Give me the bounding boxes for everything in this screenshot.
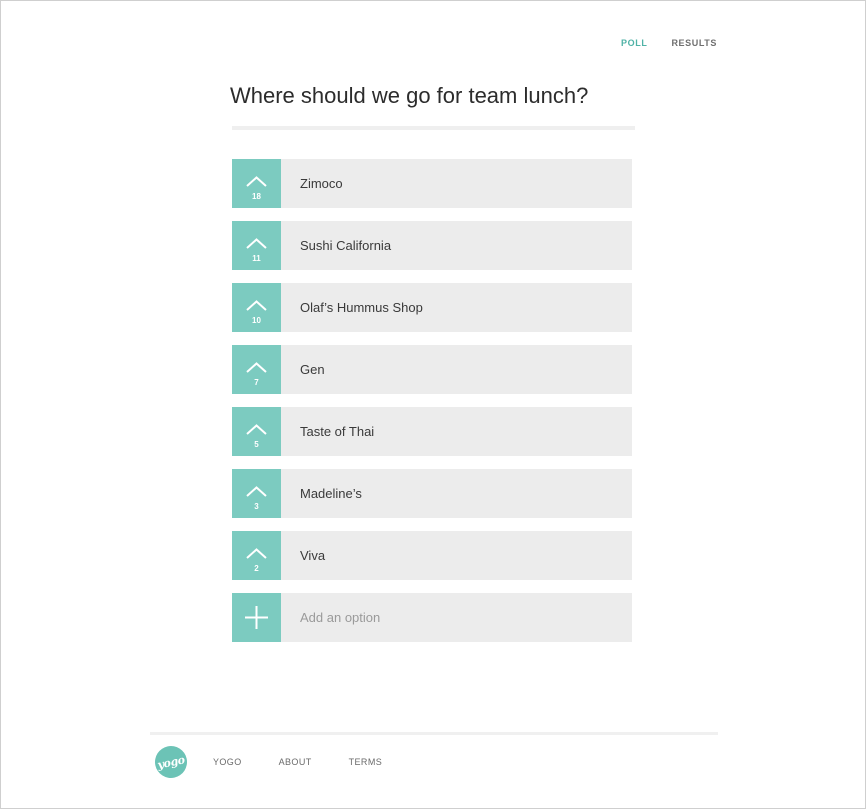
upvote-button[interactable]: 3: [232, 469, 281, 518]
chevron-up-icon: [246, 362, 267, 373]
nav-poll-link[interactable]: POLL: [621, 38, 647, 48]
vote-count: 10: [252, 316, 261, 325]
add-option-button[interactable]: [232, 593, 281, 642]
chevron-up-icon: [246, 486, 267, 497]
option-label: Taste of Thai: [300, 424, 375, 439]
option-row[interactable]: 5 Taste of Thai: [232, 407, 632, 456]
options-list: 18 Zimoco 11 Sushi California 10 Olaf’s …: [232, 159, 632, 655]
poll-question: Where should we go for team lunch?: [230, 83, 589, 108]
upvote-button[interactable]: 10: [232, 283, 281, 332]
option-row[interactable]: 10 Olaf’s Hummus Shop: [232, 283, 632, 332]
footer: yogo YOGO ABOUT TERMS: [152, 743, 419, 781]
yogo-logo[interactable]: yogo: [152, 743, 190, 781]
vote-count: 18: [252, 192, 261, 201]
upvote-button[interactable]: 7: [232, 345, 281, 394]
footer-link-terms[interactable]: TERMS: [349, 757, 383, 767]
footer-link-about[interactable]: ABOUT: [279, 757, 312, 767]
upvote-button[interactable]: 18: [232, 159, 281, 208]
chevron-up-icon: [246, 176, 267, 187]
option-row[interactable]: 2 Viva: [232, 531, 632, 580]
option-label: Gen: [300, 362, 325, 377]
upvote-button[interactable]: 2: [232, 531, 281, 580]
footer-links: YOGO ABOUT TERMS: [213, 757, 419, 767]
option-row[interactable]: 18 Zimoco: [232, 159, 632, 208]
app-window: POLL RESULTS Where should we go for team…: [0, 0, 866, 809]
nav-results-link[interactable]: RESULTS: [671, 38, 717, 48]
footer-divider: [150, 732, 718, 735]
vote-count: 11: [252, 254, 261, 263]
vote-count: 2: [254, 564, 259, 573]
option-row[interactable]: 11 Sushi California: [232, 221, 632, 270]
option-label: Madeline’s: [300, 486, 362, 501]
option-row[interactable]: 3 Madeline’s: [232, 469, 632, 518]
plus-icon: [245, 606, 268, 629]
footer-link-yogo[interactable]: YOGO: [213, 757, 242, 767]
top-nav: POLL RESULTS: [621, 38, 717, 48]
option-label: Sushi California: [300, 238, 392, 253]
upvote-button[interactable]: 5: [232, 407, 281, 456]
option-label: Viva: [300, 548, 326, 563]
add-option-row: [232, 593, 632, 642]
vote-count: 7: [254, 378, 259, 387]
option-label: Olaf’s Hummus Shop: [300, 300, 423, 315]
option-label: Zimoco: [300, 176, 343, 191]
chevron-up-icon: [246, 548, 267, 559]
vote-count: 3: [254, 502, 259, 511]
chevron-up-icon: [246, 300, 267, 311]
title-divider: [232, 126, 635, 130]
logo-text: yogo: [156, 752, 186, 772]
upvote-button[interactable]: 11: [232, 221, 281, 270]
add-option-input[interactable]: [281, 593, 632, 642]
vote-count: 5: [254, 440, 259, 449]
chevron-up-icon: [246, 424, 267, 435]
option-row[interactable]: 7 Gen: [232, 345, 632, 394]
chevron-up-icon: [246, 238, 267, 249]
